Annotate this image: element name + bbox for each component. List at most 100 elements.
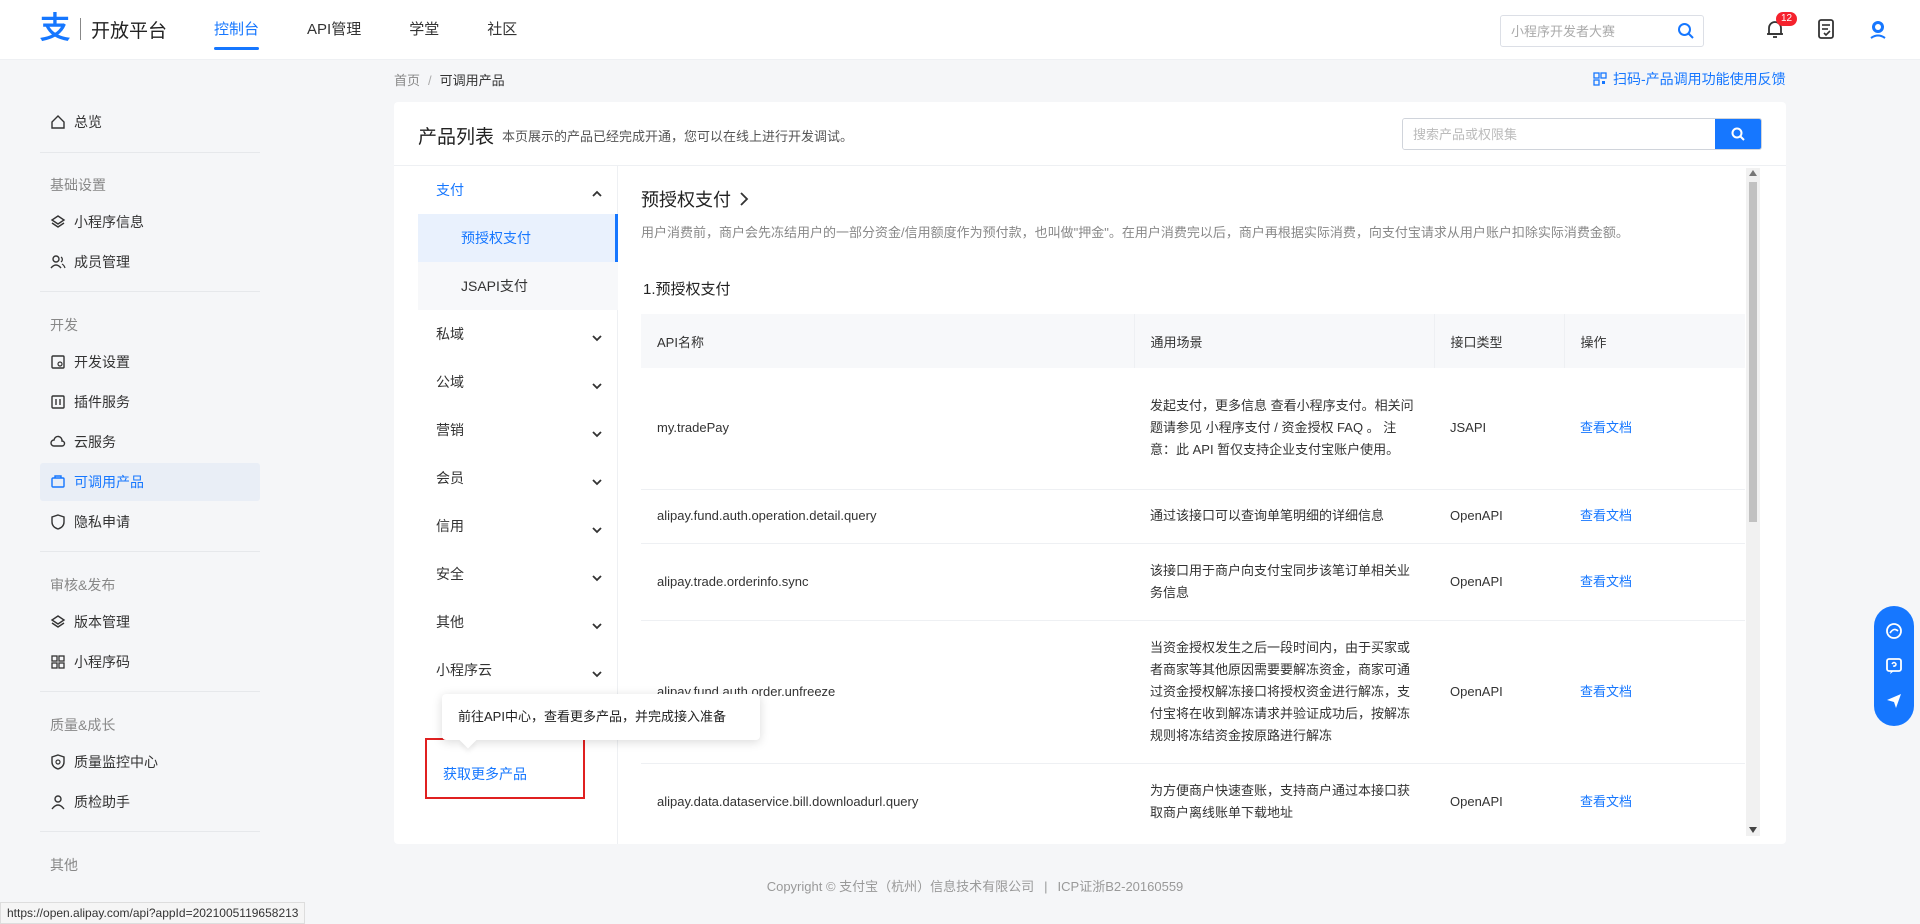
search-icon[interactable] — [1677, 22, 1695, 43]
content-scrollbar[interactable] — [1746, 168, 1760, 836]
scene-cell: 该接口用于商户向支付宝同步该笔订单相关业务信息 — [1134, 543, 1434, 621]
card-header: 产品列表 本页展示的产品已经完成开通，您可以在线上进行开发调试。 — [394, 102, 1786, 166]
sidebar-item-plugins[interactable]: 插件服务 — [40, 383, 260, 421]
sidebar-item-versions[interactable]: 版本管理 — [40, 603, 260, 641]
question-icon[interactable] — [1884, 656, 1904, 676]
sidebar-item-qrcode[interactable]: 小程序码 — [40, 643, 260, 681]
settings-doc-icon — [50, 354, 66, 370]
users-icon — [50, 254, 66, 270]
scrollbar-thumb[interactable] — [1749, 182, 1757, 522]
sidebar-item-dev-settings[interactable]: 开发设置 — [40, 343, 260, 381]
type-cell: OpenAPI — [1434, 543, 1564, 621]
sidebar-item-quality-center[interactable]: 质量监控中心 — [40, 743, 260, 781]
view-docs-link[interactable]: 查看文档 — [1580, 794, 1632, 809]
platform-logo[interactable]: 支 开放平台 — [40, 12, 167, 46]
copyright-text: Copyright © 支付宝（杭州）信息技术有限公司 — [766, 879, 1035, 894]
view-docs-link[interactable]: 查看文档 — [1580, 684, 1632, 699]
product-icon — [50, 474, 66, 490]
scene-cell: 发起支付，更多信息 查看小程序支付。相关问题请参见 小程序支付 / 资金授权 F… — [1134, 368, 1434, 490]
sidebar-divider — [40, 152, 260, 153]
sidebar-divider — [40, 691, 260, 692]
scene-cell: 为方便商户快速查账，支持商户通过本接口获取商户离线账单下载地址 — [1134, 763, 1434, 836]
sidebar-item-cloud[interactable]: 云服务 — [40, 423, 260, 461]
operation-cell: 查看文档 — [1564, 489, 1745, 544]
api-name-cell: alipay.fund.auth.order.unfreeze — [641, 620, 1134, 764]
category-cloud[interactable]: 小程序云 — [418, 646, 618, 694]
sidebar-group-basic: 基础设置 — [50, 177, 106, 193]
breadcrumb-current: 可调用产品 — [439, 73, 505, 88]
breadcrumb: 首页 / 可调用产品 — [394, 70, 505, 89]
category-security[interactable]: 安全 — [418, 550, 618, 598]
home-icon — [50, 114, 66, 130]
left-sidebar: 总览 基础设置 小程序信息 成员管理 开发 开发设置 插件服务 云服务 可调用产… — [0, 60, 268, 924]
category-pay[interactable]: 支付 — [418, 166, 618, 214]
view-docs-link[interactable]: 查看文档 — [1580, 420, 1632, 435]
product-title-text: 预授权支付 — [641, 190, 731, 210]
category-label: 信用 — [436, 518, 464, 534]
chevron-right-icon — [739, 191, 749, 207]
nav-console[interactable]: 控制台 — [214, 0, 260, 60]
sidebar-item-quality-helper[interactable]: 质检助手 — [40, 783, 260, 821]
category-member[interactable]: 会员 — [418, 454, 618, 502]
sidebar-item-members[interactable]: 成员管理 — [40, 243, 260, 281]
plugin-icon — [50, 394, 66, 410]
bell-icon[interactable]: 12 — [1764, 12, 1798, 42]
status-bar-url: https://open.alipay.com/api?appId=202100… — [0, 902, 306, 924]
footer-separator: | — [1044, 879, 1048, 894]
breadcrumb-home[interactable]: 首页 — [394, 73, 420, 88]
sidebar-item-overview[interactable]: 总览 — [40, 103, 260, 141]
product-title[interactable]: 预授权支付 — [641, 186, 749, 212]
send-icon[interactable] — [1884, 691, 1904, 711]
product-search-box — [1402, 118, 1762, 150]
nav-academy[interactable]: 学堂 — [409, 0, 439, 60]
sidebar-item-miniapp-info[interactable]: 小程序信息 — [40, 203, 260, 241]
icp-link[interactable]: ICP证浙B2-20160559 — [1058, 879, 1184, 894]
category-label: 支付 — [436, 182, 464, 198]
table-row: alipay.fund.auth.order.unfreeze 当资金授权发生之… — [641, 620, 1745, 764]
scroll-up-arrow-icon[interactable] — [1749, 170, 1757, 176]
product-search-input[interactable] — [1403, 119, 1713, 149]
feedback-label: 扫码-产品调用功能使用反馈 — [1613, 71, 1786, 87]
top-search-input[interactable] — [1501, 17, 1671, 45]
sidebar-item-label: 开发设置 — [74, 354, 130, 370]
category-label: 私域 — [436, 326, 464, 342]
sidebar-item-label: 质检助手 — [74, 794, 130, 810]
product-search-button[interactable] — [1715, 119, 1761, 149]
sidebar-group-quality: 质量&成长 — [50, 717, 116, 733]
document-icon[interactable] — [1815, 18, 1839, 42]
feedback-link[interactable]: 扫码-产品调用功能使用反馈 — [1593, 69, 1786, 89]
sidebar-item-products[interactable]: 可调用产品 — [40, 463, 260, 501]
api-name-cell: alipay.data.dataservice.bill.downloadurl… — [641, 763, 1134, 836]
sidebar-item-label: 插件服务 — [74, 394, 130, 410]
scene-cell: 当资金授权发生之后一段时间内，由于买家或者商家等其他原因需要要解冻资金，商家可通… — [1134, 620, 1434, 764]
table-row: alipay.data.dataservice.bill.downloadurl… — [641, 763, 1745, 836]
category-marketing[interactable]: 营销 — [418, 406, 618, 454]
sidebar-item-privacy[interactable]: 隐私申请 — [40, 503, 260, 541]
category-credit[interactable]: 信用 — [418, 502, 618, 550]
type-cell: OpenAPI — [1434, 489, 1564, 544]
nav-api-management[interactable]: API管理 — [307, 0, 361, 60]
api-table: API名称 通用场景 接口类型 操作 my.tradePay 发起支付，更多信息… — [641, 314, 1745, 836]
sidebar-item-label: 云服务 — [74, 434, 116, 450]
operation-cell: 查看文档 — [1564, 763, 1745, 836]
category-other[interactable]: 其他 — [418, 598, 618, 646]
more-products-link[interactable]: 获取更多产品 — [443, 764, 527, 784]
scroll-down-arrow-icon[interactable] — [1749, 827, 1757, 833]
category-public[interactable]: 公域 — [418, 358, 618, 406]
sidebar-item-label: 隐私申请 — [74, 514, 130, 530]
product-description: 用户消费前，商户会先冻结用户的一部分资金/信用额度作为预付款，也叫做"押金"。在… — [641, 225, 1629, 240]
view-docs-link[interactable]: 查看文档 — [1580, 508, 1632, 523]
subcategory-preauth-pay[interactable]: 预授权支付 — [418, 214, 618, 262]
nav-community[interactable]: 社区 — [487, 0, 517, 60]
view-docs-link[interactable]: 查看文档 — [1580, 574, 1632, 589]
user-avatar-icon[interactable] — [1866, 18, 1890, 42]
chat-bubble-icon[interactable] — [1884, 621, 1904, 641]
subcategory-jsapi-pay[interactable]: JSAPI支付 — [418, 262, 618, 310]
cloud-icon — [50, 434, 66, 450]
sidebar-item-label: 小程序信息 — [74, 214, 144, 230]
category-private[interactable]: 私域 — [418, 310, 618, 358]
type-cell: OpenAPI — [1434, 620, 1564, 764]
chevron-up-icon — [592, 185, 602, 201]
type-cell: JSAPI — [1434, 368, 1564, 490]
main-nav: 控制台 API管理 学堂 社区 — [214, 0, 565, 60]
